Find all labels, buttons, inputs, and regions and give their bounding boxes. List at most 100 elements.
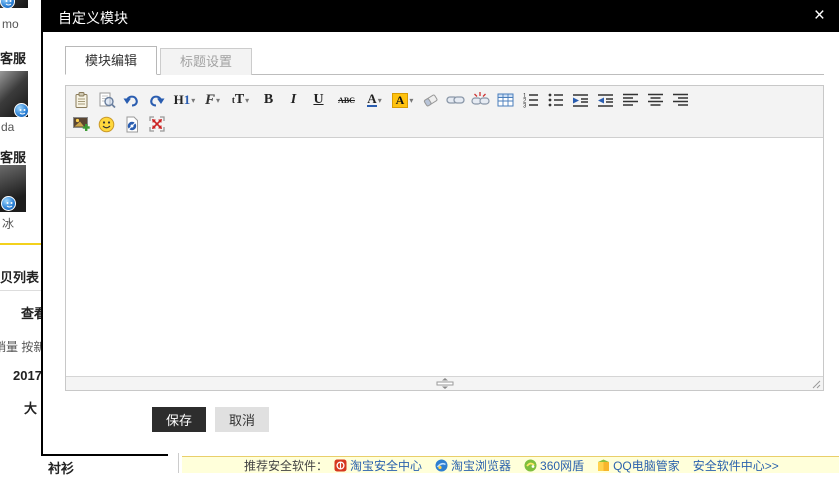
underline-button[interactable]: U (306, 89, 331, 111)
link-button[interactable] (443, 89, 468, 111)
qq-status-icon[interactable] (14, 103, 29, 118)
divider (178, 453, 179, 473)
strikethrough-button[interactable]: ABC (331, 89, 362, 111)
preview-button[interactable] (94, 89, 119, 111)
ordered-list-button[interactable]: 123 (518, 89, 543, 111)
emoticon-icon (98, 116, 115, 133)
redo-icon (148, 93, 165, 108)
contacts-sidebar: mo 客服 da 客服 冰 贝列表 查看 销量 按新 2017 大 (0, 0, 44, 473)
indent-button[interactable] (568, 89, 593, 111)
paste-button[interactable] (69, 89, 94, 111)
qq-manager-link[interactable]: QQ电脑管家 (613, 457, 680, 474)
fullscreen-button[interactable] (144, 113, 169, 135)
editor-resize-bar[interactable] (66, 376, 823, 390)
unordered-list-icon (547, 92, 564, 108)
qq-manager-item[interactable]: QQ电脑管家 (597, 457, 680, 474)
insert-media-icon (124, 116, 140, 133)
360-shield-link[interactable]: 360网盾 (540, 457, 584, 474)
unlink-icon (471, 92, 490, 108)
360-shield-icon (524, 459, 537, 472)
tab-module-edit[interactable]: 模块编辑 (65, 46, 157, 75)
font-size-dropdown[interactable]: tT▾ (225, 89, 256, 111)
shirt-category-label: 衬衫 (48, 458, 74, 477)
font-color-dropdown[interactable]: A▾ (362, 89, 387, 111)
resize-handle-icon[interactable] (434, 378, 456, 389)
table-button[interactable] (493, 89, 518, 111)
chevron-down-icon: ▾ (409, 96, 413, 105)
bold-button[interactable]: B (256, 89, 281, 111)
font-family-dropdown[interactable]: F▾ (200, 89, 225, 111)
qq-status-icon[interactable] (1, 196, 16, 211)
category-label: 大 (24, 398, 37, 417)
eraser-button[interactable] (418, 89, 443, 111)
unordered-list-button[interactable] (543, 89, 568, 111)
security-software-bar: 推荐安全软件： 淘宝安全中心 淘宝浏览器 360网盾 QQ电脑管家 安全软件中心… (168, 450, 839, 473)
security-center-item[interactable]: 安全软件中心>> (693, 457, 779, 474)
undo-button[interactable] (119, 89, 144, 111)
qq-manager-icon (597, 459, 610, 472)
editor-content-area[interactable] (66, 138, 823, 376)
360-shield-item[interactable]: 360网盾 (524, 457, 584, 474)
redo-button[interactable] (144, 89, 169, 111)
unlink-button[interactable] (468, 89, 493, 111)
preview-icon (98, 92, 116, 109)
contact-name: 冰 (2, 215, 14, 232)
custom-module-dialog: 自定义模块 × 模块编辑 标题设置 H1▾ F▾ tT▾ B I U ABC A… (41, 0, 839, 456)
cancel-button[interactable]: 取消 (215, 407, 269, 432)
contact-name: da (1, 120, 14, 134)
editor-toolbar: H1▾ F▾ tT▾ B I U ABC A▾ A▾ 123 (66, 86, 823, 138)
dialog-tabs: 模块编辑 标题设置 (65, 46, 824, 75)
outdent-icon (597, 93, 614, 108)
chevron-down-icon: ▾ (216, 96, 220, 105)
dialog-title: 自定义模块 (58, 8, 128, 28)
align-right-button[interactable] (668, 89, 693, 111)
italic-button[interactable]: I (281, 89, 306, 111)
sort-options[interactable]: 销量 按新 (0, 338, 45, 355)
security-center-link[interactable]: 安全软件中心>> (693, 457, 779, 474)
security-software-strip: 推荐安全软件： 淘宝安全中心 淘宝浏览器 360网盾 QQ电脑管家 安全软件中心… (182, 456, 839, 473)
recommend-label: 推荐安全软件： (244, 457, 328, 474)
item-list-heading: 贝列表 (0, 267, 39, 286)
divider (0, 290, 44, 291)
insert-image-button[interactable] (69, 113, 94, 135)
svg-text:3: 3 (523, 104, 527, 109)
align-center-icon (647, 93, 664, 107)
align-center-button[interactable] (643, 89, 668, 111)
undo-icon (123, 93, 140, 108)
taobao-browser-link[interactable]: 淘宝浏览器 (451, 457, 511, 474)
save-button[interactable]: 保存 (152, 407, 206, 432)
emoticon-button[interactable] (94, 113, 119, 135)
page: { "modal": { "title": "自定义模块", "close_ic… (0, 0, 839, 473)
rich-text-editor: H1▾ F▾ tT▾ B I U ABC A▾ A▾ 123 (65, 85, 824, 391)
heading-dropdown[interactable]: H1▾ (169, 89, 200, 111)
contact-name: mo (2, 17, 19, 31)
taobao-security-item[interactable]: 淘宝安全中心 (334, 457, 422, 474)
taobao-browser-icon (435, 459, 448, 472)
dialog-titlebar: 自定义模块 × (43, 0, 839, 32)
taobao-security-link[interactable]: 淘宝安全中心 (350, 457, 422, 474)
eraser-icon (422, 92, 440, 108)
align-left-button[interactable] (618, 89, 643, 111)
highlight-color-dropdown[interactable]: A▾ (387, 89, 418, 111)
tab-title-settings[interactable]: 标题设置 (160, 48, 252, 75)
table-icon (497, 93, 514, 107)
link-icon (446, 94, 465, 106)
taobao-browser-item[interactable]: 淘宝浏览器 (435, 457, 511, 474)
toolbar-row-1: H1▾ F▾ tT▾ B I U ABC A▾ A▾ 123 (69, 88, 820, 112)
year-label: 2017 (13, 368, 42, 383)
yellow-divider (0, 243, 44, 245)
chevron-down-icon: ▾ (245, 96, 249, 105)
close-icon[interactable]: × (814, 4, 825, 28)
qq-status-icon[interactable] (0, 0, 15, 9)
chevron-down-icon: ▾ (191, 96, 195, 105)
insert-image-icon (73, 116, 91, 132)
qq-face-icon (16, 105, 29, 118)
ordered-list-icon: 123 (522, 92, 539, 108)
toolbar-row-2 (69, 112, 820, 136)
dialog-buttons: 保存 取消 (152, 407, 269, 432)
customer-service-label: 客服 (0, 147, 26, 166)
resize-grip-icon[interactable] (812, 380, 821, 389)
paste-icon (73, 92, 90, 109)
outdent-button[interactable] (593, 89, 618, 111)
insert-media-button[interactable] (119, 113, 144, 135)
